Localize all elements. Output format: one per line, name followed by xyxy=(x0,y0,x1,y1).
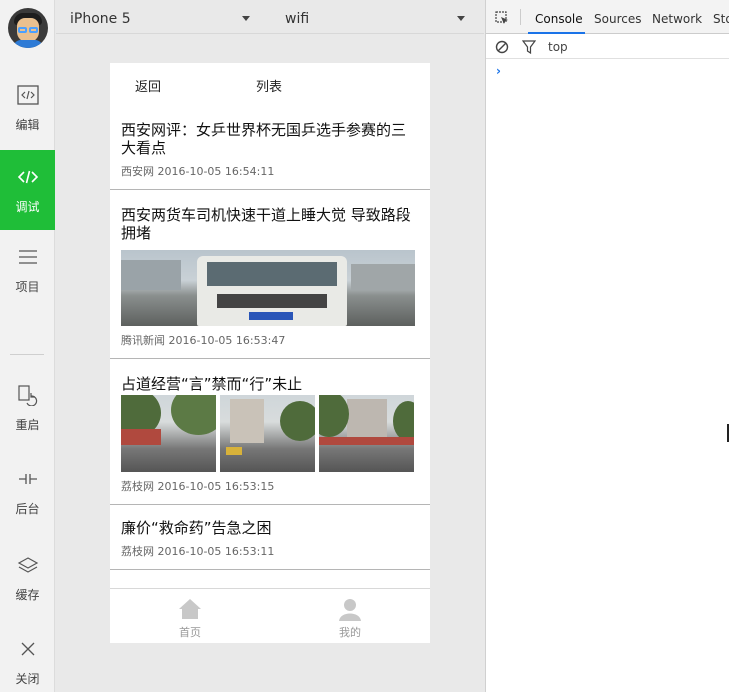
device-bar: iPhone 5 wifi xyxy=(56,6,476,32)
clear-console-icon[interactable] xyxy=(495,40,509,57)
console-toolbar: top xyxy=(486,35,729,59)
toolbar-divider xyxy=(10,354,44,355)
devtools-panel: Console Sources Network Sto top › xyxy=(485,0,729,692)
active-tab-indicator xyxy=(528,32,585,34)
tool-restart[interactable]: 重启 xyxy=(0,368,55,448)
news-meta: 荔枝网 2016-10-05 16:53:11 xyxy=(121,543,419,559)
news-image xyxy=(220,395,315,472)
inspect-element-icon[interactable] xyxy=(495,11,509,28)
phone-tab-bar: 首页 我的 xyxy=(110,588,430,643)
home-icon xyxy=(177,597,203,621)
news-time: 2016-10-05 16:53:11 xyxy=(157,545,275,558)
news-source: 西安网 xyxy=(121,165,154,178)
news-source: 荔枝网 xyxy=(121,480,154,493)
left-toolbar: 编辑 调试 项目 重启 后台 缓存 关闭 xyxy=(0,0,55,692)
tool-project-label: 项目 xyxy=(15,279,40,294)
news-title: 占道经营“言”禁而“行”未止 xyxy=(121,375,303,393)
tool-background-label: 后台 xyxy=(15,501,40,516)
news-time: 2016-10-05 16:54:11 xyxy=(157,165,275,178)
network-select[interactable]: wifi xyxy=(285,6,309,32)
tool-edit-label: 编辑 xyxy=(15,117,40,132)
news-source: 腾讯新闻 xyxy=(121,334,165,347)
user-icon xyxy=(337,597,363,621)
news-time: 2016-10-05 16:53:47 xyxy=(168,334,286,347)
news-image xyxy=(319,395,414,472)
debug-code-icon xyxy=(17,166,39,188)
tool-cache-label: 缓存 xyxy=(15,587,40,602)
news-meta: 腾讯新闻 2016-10-05 16:53:47 xyxy=(121,332,419,348)
console-prompt-icon[interactable]: › xyxy=(496,64,501,78)
close-icon xyxy=(17,638,39,660)
news-item[interactable]: 廉价“救命药”告急之困 荔枝网 2016-10-05 16:53:11 xyxy=(110,505,430,570)
tool-restart-label: 重启 xyxy=(15,417,40,432)
news-meta: 荔枝网 2016-10-05 16:53:15 xyxy=(121,478,419,494)
news-meta: 西安网 2016-10-05 16:54:11 xyxy=(121,163,419,179)
phone-simulator: 返回 列表 西安网评：女乒世界杯无国乒选手参赛的三大看点 西安网 2016-10… xyxy=(110,63,430,643)
tab-home-label: 首页 xyxy=(179,626,201,639)
news-image xyxy=(121,250,415,326)
tab-network[interactable]: Network xyxy=(652,12,702,26)
tab-mine-label: 我的 xyxy=(339,626,361,639)
background-icon xyxy=(17,468,39,490)
news-image-group xyxy=(121,395,419,472)
tab-mine[interactable]: 我的 xyxy=(270,589,430,643)
restart-icon xyxy=(17,384,39,406)
tool-project[interactable]: 项目 xyxy=(0,230,55,310)
news-source: 荔枝网 xyxy=(121,545,154,558)
chevron-down-icon[interactable] xyxy=(457,16,465,21)
tool-debug-label: 调试 xyxy=(15,199,40,214)
news-item[interactable]: 占道经营“言”禁而“行”未止 荔枝网 2016-10-05 16:53:15 xyxy=(110,359,430,505)
tab-console[interactable]: Console xyxy=(535,12,583,26)
filter-icon[interactable] xyxy=(521,40,537,57)
news-time: 2016-10-05 16:53:15 xyxy=(157,480,275,493)
code-box-icon xyxy=(16,84,39,106)
toolbar-divider xyxy=(520,9,521,25)
context-select[interactable]: top xyxy=(548,40,568,54)
tool-close[interactable]: 关闭 xyxy=(0,622,55,692)
back-button[interactable]: 返回 xyxy=(135,76,161,95)
news-item[interactable]: 西安两货车司机快速干道上睡大觉 导致路段拥堵 腾讯新闻 2016-10-05 1… xyxy=(110,190,430,359)
tool-edit[interactable]: 编辑 xyxy=(0,68,55,148)
tool-debug[interactable]: 调试 xyxy=(0,150,55,230)
devtools-tab-bar: Console Sources Network Sto xyxy=(486,0,729,34)
news-title: 西安网评：女乒世界杯无国乒选手参赛的三大看点 xyxy=(121,121,407,157)
tool-background[interactable]: 后台 xyxy=(0,452,55,532)
tab-home[interactable]: 首页 xyxy=(110,589,270,643)
tool-close-label: 关闭 xyxy=(15,671,40,686)
tool-cache[interactable]: 缓存 xyxy=(0,538,55,618)
menu-lines-icon xyxy=(17,246,39,268)
news-item[interactable]: 西安网评：女乒世界杯无国乒选手参赛的三大看点 西安网 2016-10-05 16… xyxy=(110,105,430,190)
page-title: 列表 xyxy=(256,80,283,95)
news-title: 廉价“救命药”告急之困 xyxy=(121,519,272,537)
news-title: 西安两货车司机快速干道上睡大觉 导致路段拥堵 xyxy=(121,206,411,242)
layers-icon xyxy=(17,554,39,576)
phone-nav-bar: 返回 列表 xyxy=(110,63,430,105)
device-bar-divider xyxy=(56,33,484,34)
chevron-down-icon[interactable] xyxy=(242,16,250,21)
avatar[interactable] xyxy=(8,8,48,48)
news-image xyxy=(121,395,216,472)
device-select[interactable]: iPhone 5 xyxy=(70,6,131,32)
tab-sources[interactable]: Sources xyxy=(594,12,641,26)
tab-storage[interactable]: Sto xyxy=(713,12,729,26)
